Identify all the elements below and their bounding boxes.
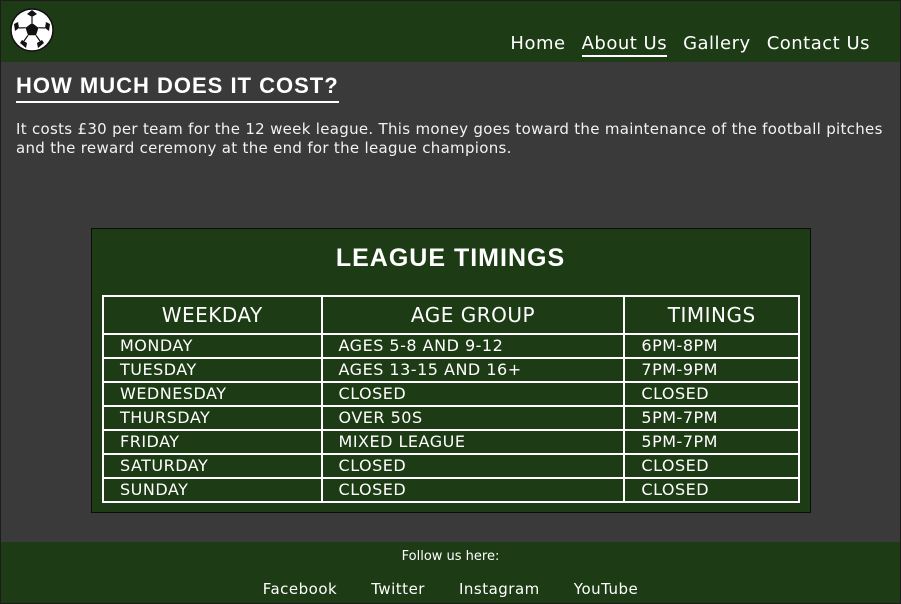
table-row: WEDNESDAY CLOSED CLOSED bbox=[102, 381, 800, 407]
cost-description: It costs £30 per team for the 12 week le… bbox=[16, 120, 883, 157]
social-links: Facebook Twitter Instagram YouTube bbox=[0, 580, 901, 598]
instagram-link[interactable]: Instagram bbox=[459, 580, 540, 598]
weekday-cell: FRIDAY bbox=[102, 429, 323, 455]
weekday-cell: SUNDAY bbox=[102, 477, 323, 503]
table-row: THURSDAY OVER 50S 5PM-7PM bbox=[102, 405, 800, 431]
age-group-cell: OVER 50S bbox=[320, 405, 626, 431]
youtube-link[interactable]: YouTube bbox=[574, 580, 639, 598]
column-header-timings: TIMINGS bbox=[623, 295, 800, 335]
table-header-row: WEEKDAY AGE GROUP TIMINGS bbox=[102, 295, 800, 335]
table-row: MONDAY AGES 5-8 AND 9-12 6PM-8PM bbox=[102, 333, 800, 359]
timing-cell: 7PM-9PM bbox=[623, 357, 800, 383]
site-header: Home About Us Gallery Contact Us bbox=[0, 0, 901, 62]
weekday-cell: WEDNESDAY bbox=[102, 381, 323, 407]
timing-cell: 5PM-7PM bbox=[623, 405, 800, 431]
age-group-cell: MIXED LEAGUE bbox=[320, 429, 626, 455]
nav-about-us-link[interactable]: About Us bbox=[581, 33, 668, 57]
weekday-cell: THURSDAY bbox=[102, 405, 323, 431]
table-row: FRIDAY MIXED LEAGUE 5PM-7PM bbox=[102, 429, 800, 455]
column-header-weekday: WEEKDAY bbox=[102, 295, 323, 335]
age-group-cell: CLOSED bbox=[320, 381, 626, 407]
weekday-cell: MONDAY bbox=[102, 333, 323, 359]
weekday-cell: TUESDAY bbox=[102, 357, 323, 383]
age-group-cell: CLOSED bbox=[320, 477, 626, 503]
timing-cell: 5PM-7PM bbox=[623, 429, 800, 455]
league-timings-title: LEAGUE TIMINGS bbox=[335, 244, 566, 272]
nav-home-link[interactable]: Home bbox=[510, 33, 565, 57]
facebook-link[interactable]: Facebook bbox=[263, 580, 337, 598]
timing-cell: CLOSED bbox=[623, 477, 800, 503]
age-group-cell: AGES 13-15 AND 16+ bbox=[320, 357, 626, 383]
table-row: SUNDAY CLOSED CLOSED bbox=[102, 477, 800, 503]
table-row: SATURDAY CLOSED CLOSED bbox=[102, 453, 800, 479]
follow-us-label: Follow us here: bbox=[401, 549, 500, 564]
age-group-cell: CLOSED bbox=[320, 453, 626, 479]
nav-gallery-link[interactable]: Gallery bbox=[683, 33, 751, 57]
nav-contact-us-link[interactable]: Contact Us bbox=[767, 33, 870, 57]
timing-cell: CLOSED bbox=[623, 453, 800, 479]
age-group-cell: AGES 5-8 AND 9-12 bbox=[320, 333, 626, 359]
timing-cell: CLOSED bbox=[623, 381, 800, 407]
cost-heading: HOW MUCH DOES IT COST? bbox=[16, 73, 339, 103]
football-icon[interactable] bbox=[9, 7, 55, 53]
timing-cell: 6PM-8PM bbox=[623, 333, 800, 359]
twitter-link[interactable]: Twitter bbox=[371, 580, 425, 598]
column-header-age-group: AGE GROUP bbox=[320, 295, 626, 335]
main-nav: Home About Us Gallery Contact Us bbox=[510, 33, 870, 57]
weekday-cell: SATURDAY bbox=[102, 453, 323, 479]
league-timings-table: WEEKDAY AGE GROUP TIMINGS MONDAY AGES 5-… bbox=[102, 295, 800, 503]
table-row: TUESDAY AGES 13-15 AND 16+ 7PM-9PM bbox=[102, 357, 800, 383]
